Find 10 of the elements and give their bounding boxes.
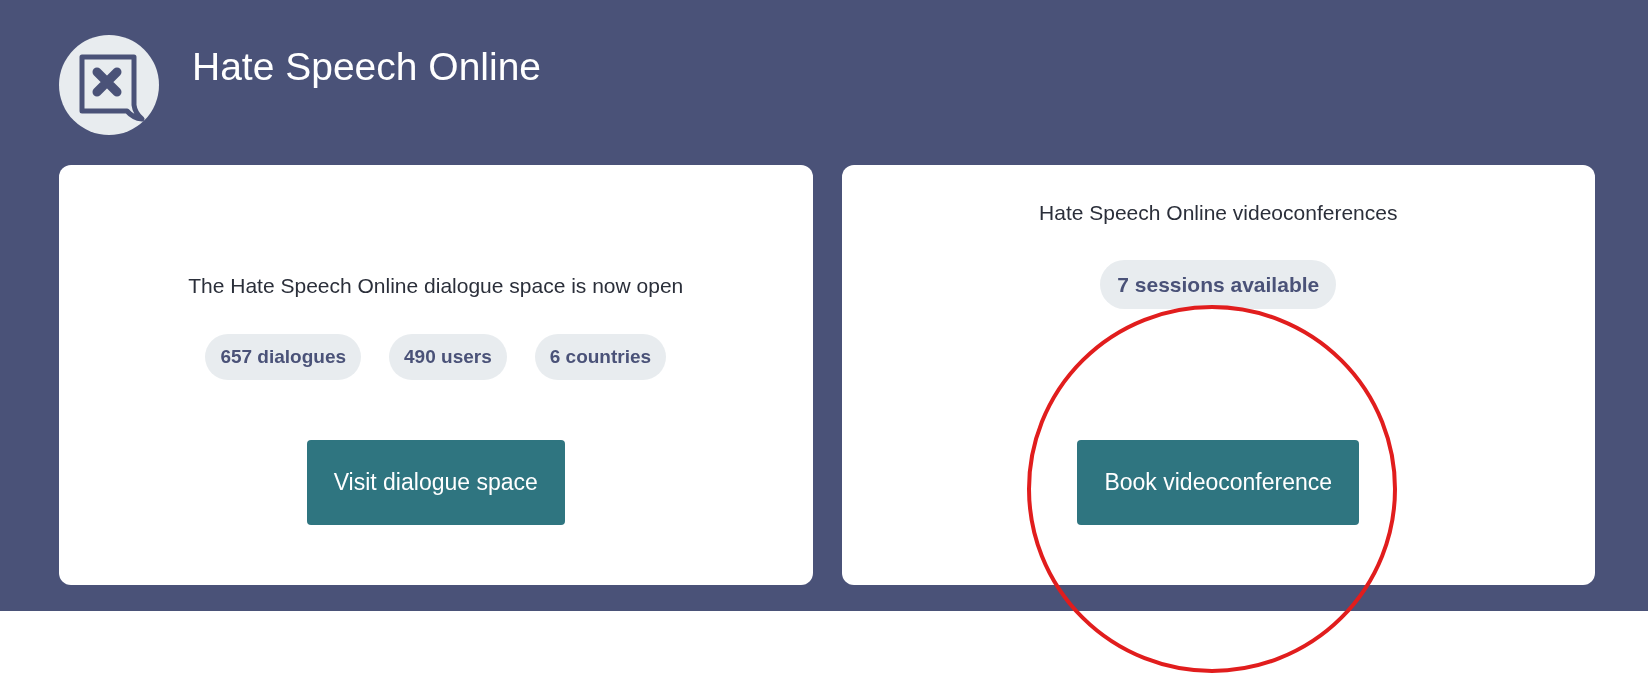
card-text: The Hate Speech Online dialogue space is now open [188, 273, 684, 299]
card-text: Hate Speech Online videoconferences [1039, 200, 1398, 226]
action-button[interactable]: Visit dialogue space [306, 440, 565, 525]
stat-badge: 6 countries [534, 334, 667, 380]
site-title: Hate Speech Online [192, 44, 542, 90]
stat-badge: 657 dialogues [205, 334, 362, 380]
action-button[interactable]: Book videoconference [1077, 440, 1360, 525]
stat-badge: 490 users [389, 334, 507, 380]
stat-badge: 7 sessions available [1100, 260, 1337, 309]
logo-icon [59, 35, 159, 135]
